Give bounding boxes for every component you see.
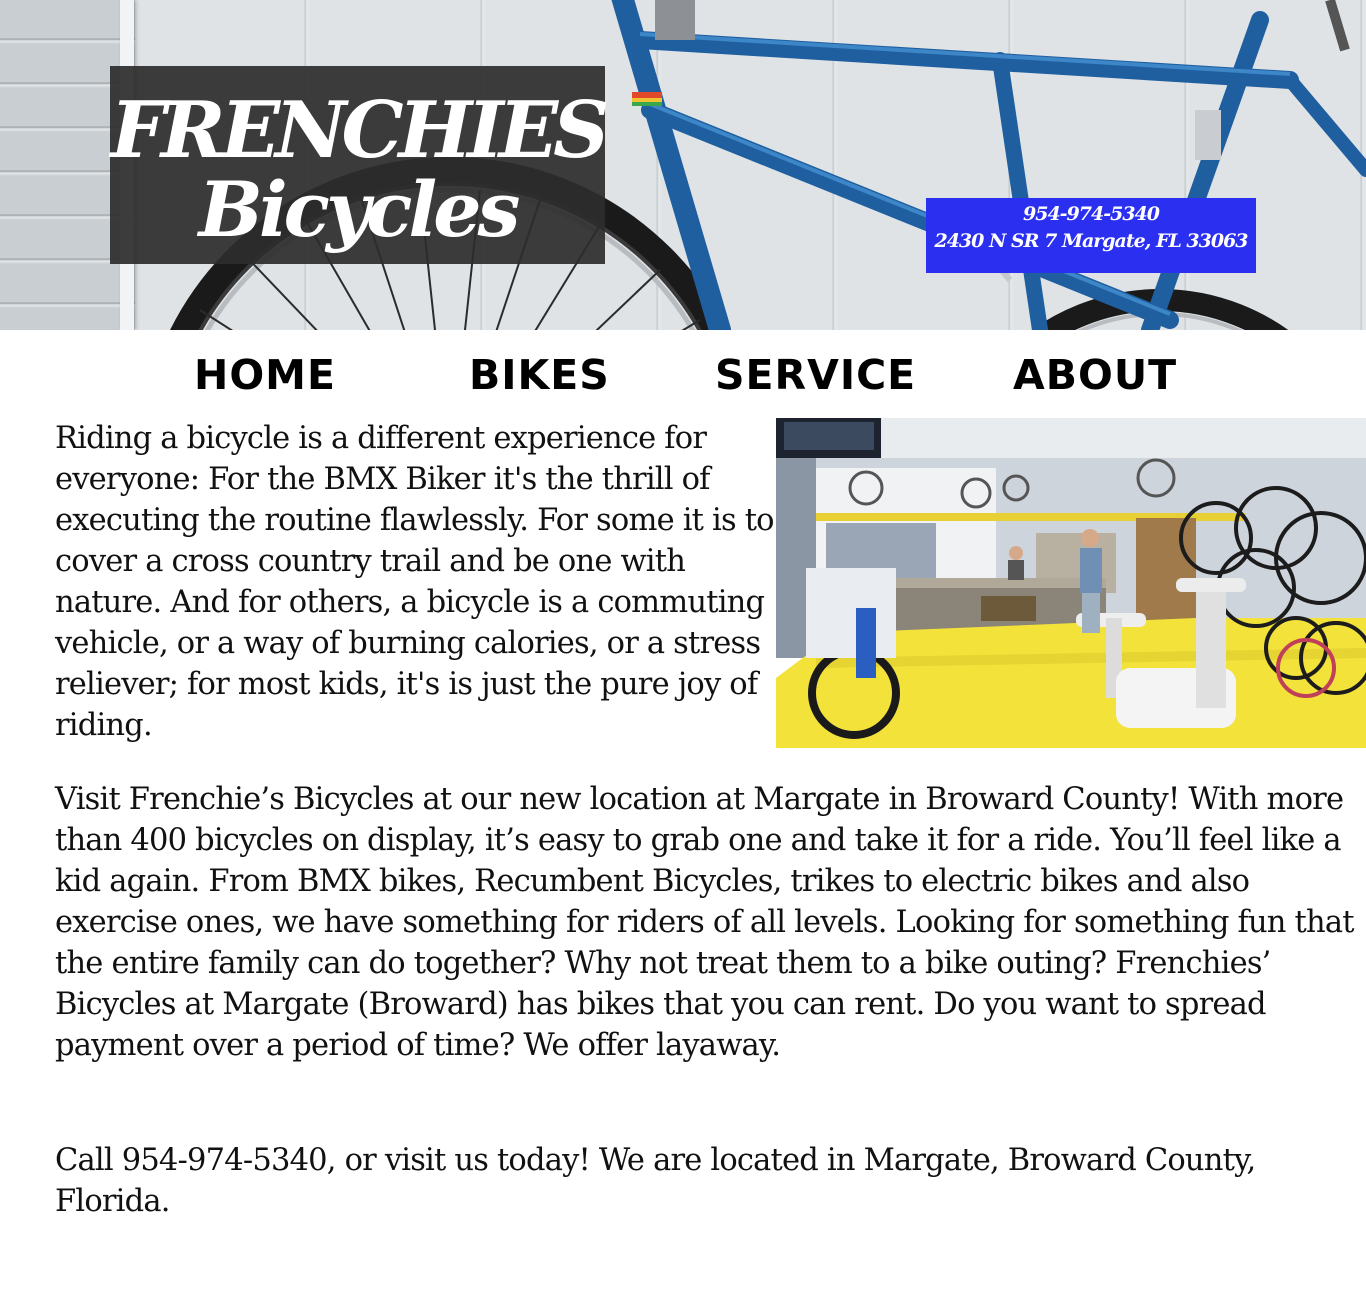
stem	[655, 0, 695, 40]
logo[interactable]: FRENCHIES Bicycles	[110, 66, 610, 264]
nav-bikes[interactable]: BIKES	[469, 350, 610, 400]
logo-title: FRENCHIES	[110, 85, 610, 176]
nav-home[interactable]: HOME	[194, 350, 336, 400]
logo-subtitle: Bicycles	[198, 165, 521, 254]
seat-clamp	[1195, 110, 1221, 160]
main-nav: HOME BIKES SERVICE ABOUT	[0, 350, 1366, 400]
bike-frame	[611, 0, 1366, 330]
call-paragraph: Call 954-974-5340, or visit us today! We…	[55, 1143, 1256, 1219]
shop-interior-photo	[776, 418, 1366, 748]
phone-number[interactable]: 954-974-5340	[926, 201, 1256, 227]
intro-paragraph: Riding a bicycle is a different experien…	[55, 421, 775, 743]
hero-banner: FRENCHIES Bicycles 954-974-5340 2430 N S…	[0, 0, 1366, 330]
contact-box: 954-974-5340 2430 N SR 7 Margate, FL 330…	[926, 198, 1256, 273]
nav-service[interactable]: SERVICE	[715, 350, 916, 400]
nav-about[interactable]: ABOUT	[1013, 350, 1177, 400]
address: 2430 N SR 7 Margate, FL 33063	[934, 230, 1248, 252]
visit-paragraph: Visit Frenchie’s Bicycles at our new loc…	[55, 782, 1354, 1063]
